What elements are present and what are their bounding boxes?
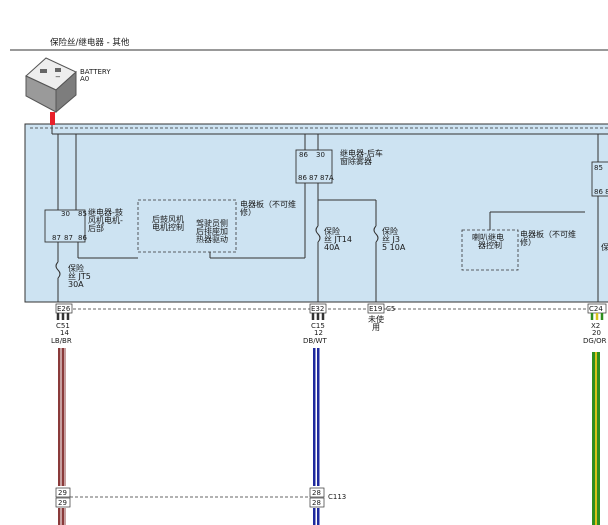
right-relay-pin-bottom: 86 8 xyxy=(594,188,608,196)
fuse-j3-label-3: 5 10A xyxy=(382,243,406,252)
rear-blower-name-3: 后部 xyxy=(88,223,104,233)
conn-c113: C113 xyxy=(328,493,346,501)
right-relay-pin-top: 85 xyxy=(594,164,603,172)
battery-icon: − xyxy=(25,57,77,114)
right-partial-fuse: 保 xyxy=(601,242,608,252)
module-blower-ctrl-2: 电机控制 xyxy=(152,222,184,232)
battery-wire xyxy=(50,112,55,125)
wire-dg-or-label: DG/OR xyxy=(583,337,607,345)
wire-db-wt-label: DB/WT xyxy=(303,337,327,345)
c113-pin-28-top: 28 xyxy=(312,489,321,497)
module-seat-heat-3: 热器驱动 xyxy=(196,234,228,244)
battery-minus: − xyxy=(55,73,61,81)
conn-c15-block xyxy=(311,313,325,320)
conn-x2-pin: 20 xyxy=(592,329,601,337)
rear-blower-pin-87b: 87 xyxy=(64,234,73,242)
defog-pin-87a: 87A xyxy=(320,174,334,182)
conn-c15-pin: 12 xyxy=(314,329,323,337)
conn-e32: E32 xyxy=(311,305,324,313)
conn-c51-pin: 14 xyxy=(60,329,69,337)
board-note-left-2: 修） xyxy=(240,207,256,217)
conn-c24: C24 xyxy=(589,305,603,313)
rear-blower-pin-86: 86 xyxy=(78,234,87,242)
battery-sub: A0 xyxy=(80,75,89,83)
rear-blower-pin-30: 30 xyxy=(61,210,70,218)
wire-lb-br-label: LB/BR xyxy=(51,337,72,345)
c113-pin-28-bottom: 28 xyxy=(312,499,321,507)
defog-name-2: 窗除雾器 xyxy=(340,156,372,166)
conn-e19: E19 xyxy=(369,305,382,313)
unused-label-2: 用 xyxy=(372,323,380,332)
defog-pin-30: 30 xyxy=(316,151,325,159)
wiring-diagram: 保险丝/继电器 - 其他 − BATTERY A0 30 85 87 87 86… xyxy=(0,0,608,525)
defog-pin-86-top: 86 xyxy=(299,151,308,159)
conn-c51-block xyxy=(56,313,70,320)
defog-pin-87: 87 xyxy=(309,174,318,182)
rear-blower-pin-85: 85 xyxy=(78,210,87,218)
conn-x2-block xyxy=(590,313,604,320)
defog-pin-86: 86 xyxy=(298,174,307,182)
page-title: 保险丝/继电器 - 其他 xyxy=(50,37,130,48)
board-note-right-2: 修） xyxy=(520,237,536,247)
horn-relay-2: 器控制 xyxy=(478,240,502,250)
fuse-jt5-label-3: 30A xyxy=(68,280,84,289)
c113-pin-29-bottom: 29 xyxy=(58,499,67,507)
rear-blower-pin-87a: 87 xyxy=(52,234,61,242)
conn-c5: C5 xyxy=(386,305,395,313)
wire-dg-or xyxy=(592,352,600,525)
conn-e26: E26 xyxy=(57,305,71,313)
fuse-jt14-label-3: 40A xyxy=(324,243,340,252)
diagram-canvas: 保险丝/继电器 - 其他 − BATTERY A0 30 85 87 87 86… xyxy=(10,37,608,525)
c113-pin-29-top: 29 xyxy=(58,489,67,497)
